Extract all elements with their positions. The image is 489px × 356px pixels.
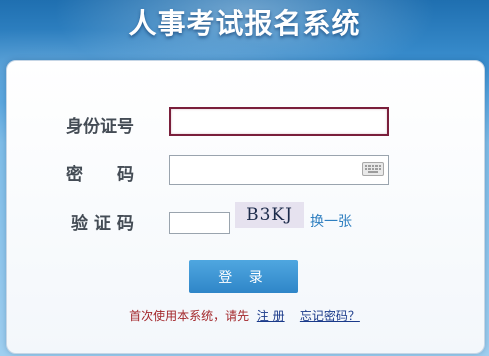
footer-links: 首次使用本系统，请先 注 册 忘记密码？	[0, 307, 489, 324]
page-title: 人事考试报名系统	[128, 7, 361, 40]
refresh-captcha-link[interactable]: 换一张	[310, 211, 352, 231]
password-input[interactable]	[169, 155, 389, 185]
captcha-input[interactable]	[169, 212, 230, 234]
login-button[interactable]: 登 录	[189, 260, 298, 293]
register-link[interactable]: 注 册	[257, 309, 285, 323]
password-label: 密 码	[66, 165, 134, 185]
captcha-image[interactable]: B3KJ	[235, 202, 304, 228]
forgot-password-link[interactable]: 忘记密码？	[300, 309, 360, 323]
captcha-label: 验 证 码	[71, 214, 134, 234]
id-number-input[interactable]	[169, 107, 389, 136]
id-number-label: 身份证号	[66, 117, 134, 137]
first-use-hint: 首次使用本系统，请先	[129, 309, 250, 323]
keyboard-icon[interactable]	[362, 162, 384, 176]
